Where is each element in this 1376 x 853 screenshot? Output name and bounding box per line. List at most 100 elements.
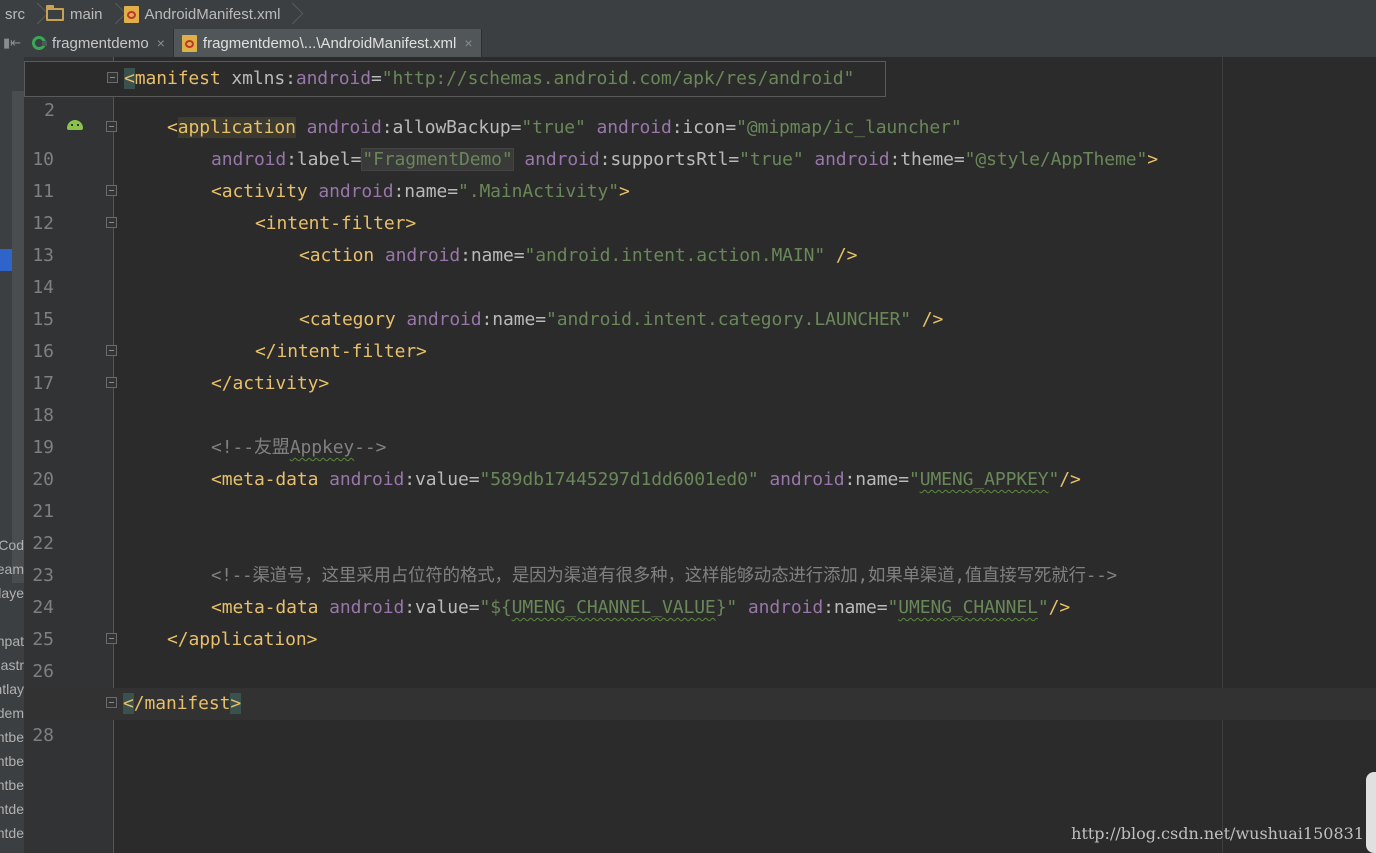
code-token: "FragmentDemo" xyxy=(361,148,514,171)
tab-label: fragmentdemo xyxy=(52,34,149,52)
project-scrollbar[interactable] xyxy=(12,91,24,583)
code-line[interactable]: 19 xyxy=(24,400,1376,458)
tab-fragmentdemo[interactable]: fragmentdemo × xyxy=(24,29,174,57)
code-token: <!--友盟 xyxy=(211,437,290,458)
breadcrumb-item-main[interactable]: main xyxy=(41,0,109,29)
code-token: /> xyxy=(825,245,858,266)
code-token: :label= xyxy=(286,149,362,170)
code-line[interactable]: 15 xyxy=(24,272,1376,330)
code-token: android xyxy=(585,117,672,138)
code-token: :name= xyxy=(823,597,888,618)
code-token: " xyxy=(1048,469,1060,490)
code-token: <meta-data xyxy=(211,469,319,490)
code-token: android xyxy=(318,597,405,618)
code-token: :name= xyxy=(481,309,547,330)
code-line[interactable]: 26 </application> xyxy=(24,624,1376,682)
fold-toggle-icon[interactable] xyxy=(107,72,118,83)
project-tree-item[interactable]: ntbe xyxy=(0,729,24,745)
code-line[interactable]: 12 <activity android:name=".MainActivity… xyxy=(24,176,1376,234)
project-tree-item[interactable]: dem xyxy=(0,705,24,721)
side-handle[interactable] xyxy=(1366,772,1376,853)
code-line[interactable]: 18 </activity> xyxy=(24,368,1376,426)
fold-end-icon[interactable] xyxy=(106,697,117,708)
code-line[interactable]: 13 <intent-filter> xyxy=(24,208,1376,266)
code-token: :supportsRtl= xyxy=(599,149,740,170)
close-icon[interactable]: × xyxy=(464,35,472,51)
code-token: /> xyxy=(1059,469,1081,490)
code-line[interactable]: 22 xyxy=(24,496,1376,554)
breadcrumb-label: AndroidManifest.xml xyxy=(144,6,281,23)
project-tree-item[interactable]: ntde xyxy=(0,801,24,817)
code-token: :value= xyxy=(404,597,480,618)
code-comment: <!--渠道号，这里采用占位符的格式，是因为渠道有很多种，这样能够动态进行添加,… xyxy=(211,566,1117,586)
code-line[interactable]: 20 <!--友盟Appkey--> xyxy=(24,432,1376,490)
code-line[interactable]: 2 <manifest xmlns:android="http://schema… xyxy=(25,63,1376,121)
code-token: > xyxy=(230,693,242,714)
code-token: UMENG_APPKEY xyxy=(919,469,1049,490)
project-tree-item[interactable]: Playe xyxy=(0,585,24,601)
code-token: "true" xyxy=(739,149,804,170)
close-icon[interactable]: × xyxy=(157,35,165,51)
project-tree-item[interactable]: ntlay xyxy=(0,681,24,697)
sticky-header-line: 2 <manifest xmlns:android="http://schema… xyxy=(24,61,886,121)
code-token: ".MainActivity" xyxy=(457,181,620,202)
code-token: "${ xyxy=(479,597,512,618)
xml-file-icon xyxy=(181,34,197,52)
breadcrumb-label: main xyxy=(70,6,103,23)
code-line[interactable]: 21 <meta-data android:value="589db174452… xyxy=(24,464,1376,522)
code-line[interactable]: 10 <application android:allowBackup="tru… xyxy=(24,112,1376,170)
fold-toggle-icon[interactable] xyxy=(106,217,117,228)
code-token: "589db17445297d1dd6001ed0" xyxy=(479,469,759,490)
fold-toggle-icon[interactable] xyxy=(106,121,117,132)
code-token: " xyxy=(908,469,920,490)
tab-list-toggle-icon[interactable]: ▮⇤ xyxy=(0,29,24,57)
code-line[interactable]: 17 </intent-filter> xyxy=(24,336,1376,394)
code-line[interactable]: 11 android:label="FragmentDemo" android:… xyxy=(24,144,1376,202)
project-tree-item[interactable]: ntbe xyxy=(0,753,24,769)
code-editor[interactable]: 2 <manifest xmlns:android="http://schema… xyxy=(24,57,1376,853)
breadcrumb-label: src xyxy=(5,6,25,23)
fold-end-icon[interactable] xyxy=(106,345,117,356)
breadcrumb-item-manifest[interactable]: AndroidManifest.xml xyxy=(119,0,287,29)
code-token: android xyxy=(318,469,405,490)
code-token: "@style/AppTheme" xyxy=(964,149,1148,170)
project-tree-item[interactable]: ntbe xyxy=(0,777,24,793)
code-line-current[interactable]: 28 </manifest> xyxy=(24,688,1376,746)
project-tree-item[interactable]: eam xyxy=(0,561,24,577)
project-tree-item[interactable]: ntde xyxy=(0,825,24,841)
code-token: manifest xyxy=(134,68,221,89)
fold-toggle-icon[interactable] xyxy=(106,185,117,196)
code-token: < xyxy=(167,117,178,138)
fold-end-icon[interactable] xyxy=(106,377,117,388)
code-line[interactable]: 25 <meta-data android:value="${UMENG_CHA… xyxy=(24,592,1376,650)
code-token: --> xyxy=(354,437,387,458)
code-line[interactable]: 23 xyxy=(24,528,1376,586)
tab-androidmanifest[interactable]: fragmentdemo\...\AndroidManifest.xml × xyxy=(173,29,482,57)
code-token: :name= xyxy=(460,245,525,266)
line-number: 2 xyxy=(44,100,55,121)
code-line[interactable]: 16 <category android:name="android.inten… xyxy=(24,304,1376,362)
code-token: <meta-data xyxy=(211,597,319,618)
code-token: android xyxy=(307,181,394,202)
breadcrumb-separator xyxy=(109,0,119,29)
project-tree-item[interactable]: astr xyxy=(0,657,24,673)
breadcrumb-separator xyxy=(286,0,296,29)
android-module-icon xyxy=(32,36,47,50)
code-token: }" xyxy=(715,597,738,618)
code-token: :value= xyxy=(404,469,480,490)
code-token: " xyxy=(887,597,899,618)
fold-end-icon[interactable] xyxy=(106,633,117,644)
code-token: "http://schemas.android.com/apk/res/andr… xyxy=(381,68,855,89)
code-line[interactable]: 27 xyxy=(24,656,1376,714)
project-tree-item[interactable]: npat xyxy=(0,633,24,649)
code-line[interactable]: 14 <action android:name="android.intent.… xyxy=(24,240,1376,298)
project-tree-item[interactable]: Cod xyxy=(0,537,24,553)
breadcrumb-item-src[interactable]: src xyxy=(0,0,31,29)
code-token: android xyxy=(803,149,890,170)
code-token: <activity xyxy=(211,181,308,202)
code-token: :theme= xyxy=(889,149,965,170)
code-token: "android.intent.action.MAIN" xyxy=(524,245,826,266)
code-line[interactable]: 24 <!--渠道号，这里采用占位符的格式，是因为渠道有很多种，这样能够动态进行… xyxy=(24,560,1376,618)
code-token: UMENG_CHANNEL xyxy=(898,597,1038,618)
code-token: "true" xyxy=(521,117,586,138)
